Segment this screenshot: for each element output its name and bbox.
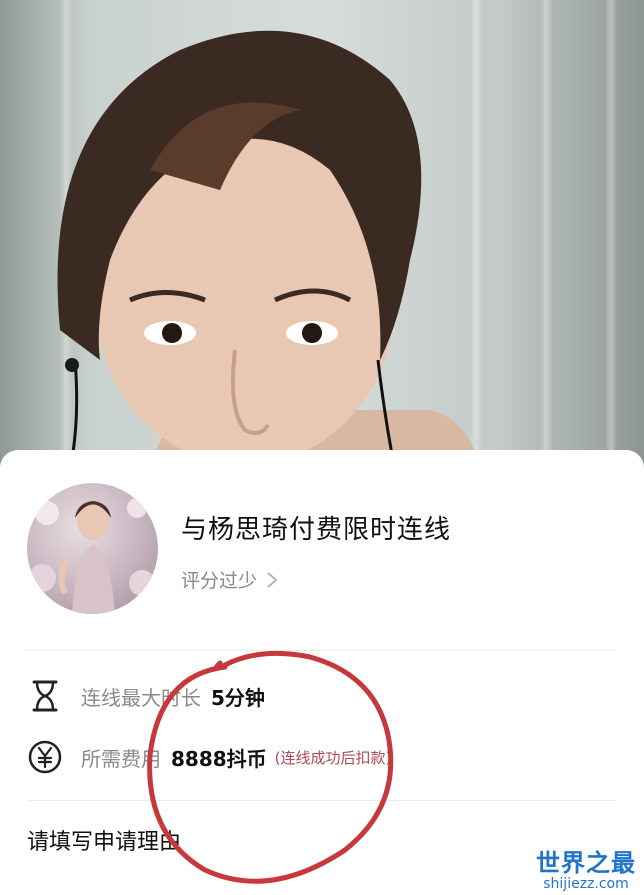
fee-value: 8888抖币 [171, 746, 267, 771]
fee-row: 所需费用 8888抖币 (连线成功后扣款) [27, 739, 391, 775]
fee-label: 所需费用 [81, 746, 161, 771]
rating-text: 评分过少 [181, 570, 258, 592]
yen-circle-icon [28, 740, 62, 774]
host-video-feed [57, 30, 480, 470]
watermark: 世界之最 shijiezz.com [536, 843, 636, 892]
max-duration-label: 连线最大时长 [81, 685, 201, 710]
host-avatar[interactable] [27, 483, 158, 614]
divider [27, 650, 617, 651]
max-duration-row: 连线最大时长 5分钟 [27, 678, 273, 714]
watermark-title: 世界之最 [536, 849, 636, 877]
rating-link[interactable]: 评分过少 [181, 566, 279, 593]
reason-label[interactable]: 请填写申请理由 [27, 824, 181, 856]
divider [27, 800, 617, 801]
hourglass-icon [32, 680, 58, 712]
max-duration-value: 5分钟 [211, 685, 265, 710]
avatar-portrait [28, 498, 155, 614]
fee-note: (连线成功后扣款) [274, 748, 392, 767]
watermark-subtitle: shijiezz.com [543, 876, 629, 892]
call-title: 与杨思琦付费限时连线 [181, 515, 452, 545]
live-video-area [0, 0, 644, 470]
chevron-right-icon [267, 571, 278, 588]
